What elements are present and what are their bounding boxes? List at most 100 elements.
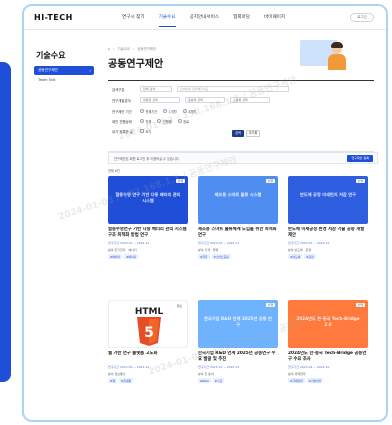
tag-chip[interactable]: #기술이전 [306, 378, 324, 384]
period-radio[interactable]: 전체기간 [140, 109, 157, 114]
status-badge: 진행 [265, 303, 275, 307]
card-tags: #웹 #플랫폼 [108, 378, 188, 384]
tag-chip[interactable]: #웹 [108, 378, 117, 384]
search-button[interactable]: 검색 [232, 130, 244, 137]
search-row-field: 연구개발분야 대분류 선택 중분류 선택 소분류 선택 [108, 96, 374, 104]
tag-chip[interactable]: #스마트공장 [211, 254, 231, 260]
result-count: 전체 6건 [108, 169, 120, 173]
card-title[interactable]: 반도체 미세공정 환경 저감 기술 공동 개발 제안 [288, 227, 368, 238]
sidebar-title: 기술수요 [36, 51, 66, 60]
card-meta: 분야 반도체 · 환경 [288, 248, 312, 253]
nav-item-1[interactable]: 기술수요 [159, 14, 176, 27]
card-tags: #물류 #스마트공장 [198, 254, 278, 260]
card-thumbnail[interactable]: 제조용 스마트 물류 시스템 진행 [198, 176, 278, 224]
login-button[interactable]: 로그인 [350, 13, 374, 22]
research-card[interactable]: HTML 5 완료웹 기반 연구 플랫폼 고도화연구기간 2023.05 ~ 202… [108, 300, 188, 384]
card-tags: #배터리 #에너지 [108, 254, 188, 260]
card-meta: 분야 전 분야 [198, 372, 214, 377]
research-card[interactable]: 한국기업 R&D 연계 2025년 공동 연구 진행한국기업 R&D 연계 202… [198, 300, 278, 384]
card-title[interactable]: 협동수명연구 기반 다중 배터리 관리 시스템 구조 최적화 방법 연구 [108, 227, 188, 238]
tag-chip[interactable]: #R&D [198, 378, 211, 384]
tag-chip[interactable]: #배터리 [108, 254, 123, 260]
tag-chip[interactable]: #수요 [212, 378, 225, 384]
search-form: 검색구분 전체 검색 검색어를 입력해주세요 연구개발분야 대분류 선택 중분류… [108, 80, 374, 152]
card-meta: 연구기간 2024.04 ~ 2024.10 [288, 365, 330, 369]
logo[interactable]: HI-TECH [34, 13, 73, 22]
field-middle-select[interactable]: 중분류 선택 [185, 97, 225, 103]
card-meta: 분야 국제협력 [288, 372, 306, 377]
hero-illustration [294, 36, 354, 78]
period-radio[interactable]: 3개월 [182, 109, 196, 114]
status-badge: 완료 [174, 304, 184, 308]
tag-chip[interactable]: #플랫폼 [118, 378, 133, 384]
reset-button[interactable]: 초기화 [246, 130, 260, 137]
card-title[interactable]: 한국기업 R&D 연계 2025년 공동연구 수요 발굴 및 추진 [198, 351, 278, 362]
search-type-select[interactable]: 전체 검색 [140, 86, 172, 92]
card-meta: 연구기간 2024.01 ~ 2024.12 [108, 241, 150, 245]
tag-chip[interactable]: #공정 [304, 254, 316, 260]
breadcrumb-item[interactable]: 공동연구제안 [137, 46, 156, 51]
card-thumbnail[interactable]: 협동수명 연구 기반 다중 배터리 관리 시스템 진행 [108, 176, 188, 224]
nav-item-0[interactable]: 연구시 찾기 [122, 14, 145, 27]
card-title[interactable]: 웹 기반 연구 플랫폼 고도화 [108, 351, 188, 362]
card-meta: 연구기간 2025.01 ~ 2025.12 [198, 365, 240, 369]
status-badge: 진행 [355, 179, 365, 183]
search-row-type: 검색구분 전체 검색 검색어를 입력해주세요 [108, 85, 374, 93]
status-badge: 진행 [175, 179, 185, 183]
card-tags: #국제협력 #기술이전 [288, 378, 368, 384]
research-card[interactable]: 제조용 스마트 물류 시스템 진행제조용 스마트 물류체계 도입을 위한 최적화 … [198, 176, 278, 260]
tag-chip[interactable]: #국제협력 [288, 378, 305, 384]
search-row-period: 연구제안 기간 전체기간 1개월 3개월 [112, 109, 197, 114]
field-major-select[interactable]: 대분류 선택 [140, 97, 180, 103]
left-accent-bar [0, 62, 11, 382]
tag-chip[interactable]: #에너지 [124, 254, 139, 260]
tag-chip[interactable]: #물류 [198, 254, 210, 260]
card-thumbnail[interactable]: 한국기업 R&D 연계 2025년 공동 연구 진행 [198, 300, 278, 348]
search-input[interactable]: 검색어를 입력해주세요 [177, 86, 289, 92]
status-radio[interactable]: 완료 [177, 119, 189, 124]
card-meta: 분야 기계 · 물류 [198, 248, 219, 253]
html5-logo-icon[interactable]: HTML 5 완료 [108, 300, 188, 348]
card-tags: #R&D #수요 [198, 378, 278, 384]
card-title[interactable]: 2024년도 한·중국 Tech-Bridge 공동연구 수요 조사 [288, 351, 368, 362]
card-title[interactable]: 제조용 스마트 물류체계 도입을 위한 최적화 연구 [198, 227, 278, 238]
research-card[interactable]: 반도체 공정 미세먼지 저감 연구 진행반도체 미세공정 환경 저감 기술 공동 … [288, 176, 368, 260]
card-meta: 분야 전기전자 · 에너지 [108, 248, 137, 253]
page-frame: HI-TECH 연구시 찾기 기술수요 공지안내서비스 협회마당 바이패이지 로… [22, 4, 388, 422]
card-meta: 연구기간 2023.05 ~ 2023.12 [108, 365, 150, 369]
sidebar-item-joint-research[interactable]: 공동연구제안 › [34, 66, 94, 75]
search-row-status: 제안 진행상태 전체 진행중 완료 [112, 119, 190, 124]
page-title: 공동연구제안 [108, 59, 164, 70]
card-thumbnail[interactable]: 2024년도 한·중국 Tech-Bridge 2.0 진행 [288, 300, 368, 348]
notice-text: 연구제안은 회원 로그인 후 이용하실 수 있습니다. [114, 157, 180, 161]
main-nav: 연구시 찾기 기술수요 공지안내서비스 협회마당 바이패이지 [122, 14, 285, 27]
breadcrumb: ⌂ › 기술수요 › 공동연구제안 [108, 46, 157, 52]
my-posts-checkbox[interactable]: 보기 [140, 129, 151, 134]
nav-item-2[interactable]: 공지안내서비스 [190, 14, 220, 27]
card-meta: 연구기간 2024.02 ~ 2024.11 [198, 241, 240, 245]
research-card[interactable]: 협동수명 연구 기반 다중 배터리 관리 시스템 진행협동수명연구 기반 다중 배… [108, 176, 188, 260]
sidebar-item-label: 공동연구제안 [38, 68, 58, 72]
top-header: HI-TECH 연구시 찾기 기술수요 공지안내서비스 협회마당 바이패이지 로… [24, 6, 386, 30]
chevron-right-icon: › [89, 67, 91, 73]
status-radio[interactable]: 전체 [140, 119, 151, 124]
status-badge: 진행 [355, 303, 365, 307]
research-card[interactable]: 2024년도 한·중국 Tech-Bridge 2.0 진행 2024년도 한·중국… [288, 300, 368, 384]
tag-chip[interactable]: #반도체 [288, 254, 303, 260]
card-tags: #반도체 #공정 [288, 254, 368, 260]
card-meta: 분야 정보통신 [108, 372, 126, 377]
svg-text:HTML: HTML [135, 307, 164, 317]
register-proposal-button[interactable]: 연구제안 등록 [347, 155, 373, 162]
field-minor-select[interactable]: 소분류 선택 [230, 97, 270, 103]
period-radio[interactable]: 1개월 [163, 109, 177, 114]
home-icon[interactable]: ⌂ [108, 47, 110, 51]
status-badge: 진행 [265, 179, 275, 183]
card-meta: 연구기간 2024.03 ~ 2024.12 [288, 241, 330, 245]
status-radio[interactable]: 진행중 [157, 119, 172, 124]
notice-bar: 연구제안은 회원 로그인 후 이용하실 수 있습니다. 연구제안 등록 [108, 152, 378, 164]
card-thumbnail[interactable]: 반도체 공정 미세먼지 저감 연구 진행 [288, 176, 368, 224]
nav-item-4[interactable]: 바이패이지 [264, 14, 285, 27]
sidebar-item-team-talk[interactable]: Team Talk [38, 78, 56, 82]
breadcrumb-item[interactable]: 기술수요 [118, 46, 130, 51]
nav-item-3[interactable]: 협회마당 [233, 14, 250, 27]
